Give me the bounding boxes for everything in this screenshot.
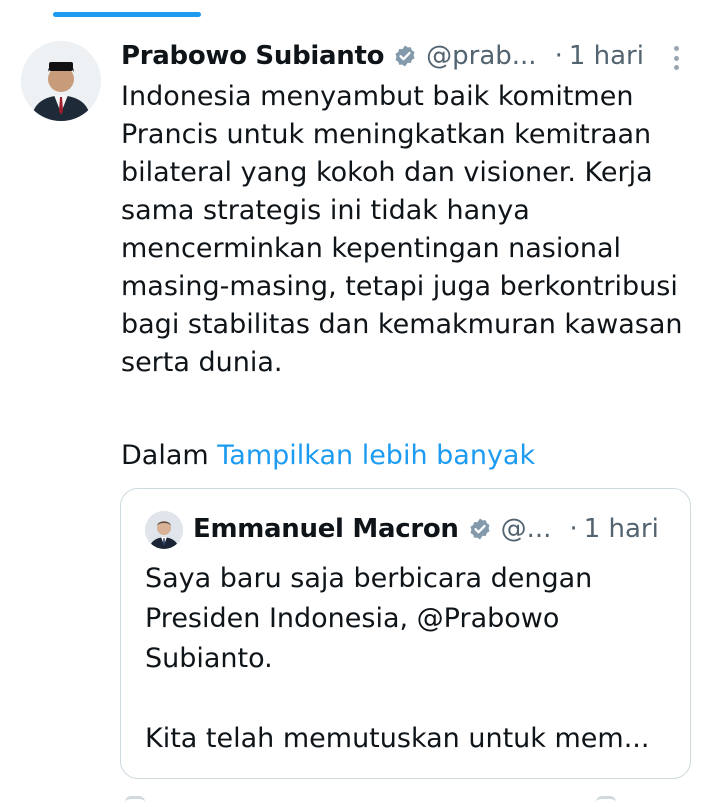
person-suit-avatar-icon (145, 511, 183, 549)
tweet-text-line: Prancis untuk meningkatkan kemitraan (121, 119, 652, 150)
tweet-text: Indonesia menyambut baik komitmen Pranci… (121, 78, 706, 382)
verified-badge-icon[interactable] (393, 44, 417, 68)
tweet-text-line: Indonesia menyambut baik komitmen (121, 81, 634, 112)
tweet-text-line: bagi stabilitas dan kemakmuran kawasan (121, 309, 683, 340)
show-more-row: Dalam Tampilkan lebih banyak (121, 437, 535, 475)
active-tab-indicator (53, 12, 201, 17)
separator-dot: · (554, 41, 563, 71)
tweet-text-line: serta dunia. (121, 347, 283, 378)
show-more-prefix: Dalam (121, 440, 209, 471)
tweet-timestamp[interactable]: 1 hari (569, 41, 644, 71)
show-more-link[interactable]: Tampilkan lebih banyak (217, 440, 535, 471)
quoted-author-avatar[interactable] (145, 511, 183, 549)
quoted-text-line: Saya baru saja berbicara dengan (145, 563, 593, 594)
quoted-text-line: Subianto. (145, 643, 273, 674)
verified-badge-icon[interactable] (468, 517, 492, 541)
quoted-text-line: Presiden Indonesia, @Prabowo (145, 603, 560, 634)
quoted-tweet-text: Saya baru saja berbicara dengan Presiden… (145, 559, 675, 759)
author-avatar[interactable] (21, 41, 101, 121)
tweet-text-line: sama strategis ini tidak hanya (121, 195, 530, 226)
quoted-tweet-header: Emmanuel Macron @... · 1 hari (193, 509, 659, 549)
separator-dot: · (569, 514, 578, 544)
quoted-tweet-timestamp[interactable]: 1 hari (584, 514, 659, 544)
share-action-peek (596, 796, 616, 807)
more-vertical-icon[interactable] (666, 44, 686, 72)
person-suit-avatar-icon (21, 41, 101, 121)
quoted-author-handle[interactable]: @... (501, 514, 552, 544)
quoted-text-line (145, 679, 675, 719)
author-name[interactable]: Prabowo Subianto (121, 41, 384, 71)
tweet-text-line: mencerminkan kepentingan nasional (121, 233, 622, 264)
tweet-header: Prabowo Subianto @prab... · 1 hari (121, 36, 701, 76)
tweet-text-line: bilateral yang kokoh dan visioner. Kerja (121, 157, 653, 188)
quoted-text-line: Kita telah memutuskan untuk mem... (145, 723, 650, 754)
quoted-tweet-card[interactable]: Emmanuel Macron @... · 1 hari Saya baru … (120, 488, 691, 779)
tweet-text-line: masing-masing, tetapi juga berkontribusi (121, 271, 678, 302)
reply-action-peek (125, 796, 145, 807)
quoted-author-name[interactable]: Emmanuel Macron (193, 514, 459, 544)
author-handle[interactable]: @prab... (426, 41, 536, 71)
